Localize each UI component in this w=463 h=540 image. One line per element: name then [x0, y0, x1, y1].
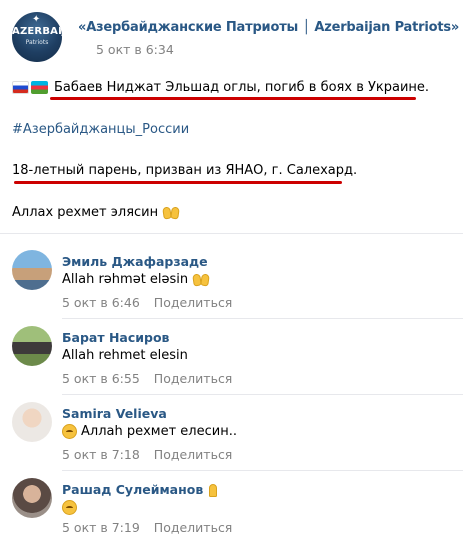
post-line-4-text: Аллах рехмет элясин — [12, 205, 159, 220]
comment-text: Allah rəhmət eləsin — [62, 272, 210, 287]
comment-text-content: Аллаh рехмет елесин.. — [81, 424, 237, 439]
avatar[interactable] — [12, 402, 52, 442]
post-line-1-text: Бабаев Ниджат Эльшад оглы, погиб в боях … — [54, 80, 430, 95]
share-link[interactable]: Поделиться — [154, 371, 233, 386]
avatar[interactable] — [12, 326, 52, 366]
share-link[interactable]: Поделиться — [154, 520, 233, 535]
divider — [0, 233, 463, 234]
divider — [62, 318, 463, 319]
share-link[interactable]: Поделиться — [154, 295, 233, 310]
group-name-link[interactable]: «Азербайджанские Патриоты │ Azerbaijan P… — [78, 20, 459, 35]
post-header: ✦ AZERBAIJAN Patriots «Азербайджанские П… — [12, 12, 459, 62]
sad-face-icon — [62, 424, 77, 439]
post-line-3: 18-летный парень, призван из ЯНАО, г. Са… — [12, 163, 357, 178]
avatar-logo-text: AZERBAIJAN — [12, 26, 62, 37]
comment-text-content: Allah rəhmət eləsin — [62, 272, 189, 287]
flag-azerbaijan-icon — [31, 81, 48, 94]
avatar[interactable] — [12, 250, 52, 290]
comment-meta: 5 окт в 7:18 Поделиться — [62, 447, 232, 462]
sad-face-icon — [62, 500, 77, 515]
comment-author: Рашад Сулейманов — [62, 482, 220, 497]
red-underline — [50, 97, 416, 100]
comment-meta: 5 окт в 6:46 Поделиться — [62, 295, 232, 310]
post-line-2: #Азербайджанцы_России — [12, 122, 189, 137]
red-underline — [14, 181, 342, 184]
comment-author[interactable]: Эмиль Джафарзаде — [62, 254, 208, 269]
comment-date[interactable]: 5 окт в 7:18 — [62, 447, 140, 462]
comment-meta: 5 окт в 7:19 Поделиться — [62, 520, 232, 535]
hashtag-link[interactable]: #Азербайджанцы_России — [12, 122, 189, 137]
flag-russia-icon — [12, 81, 29, 94]
flags — [12, 80, 50, 95]
avatar[interactable] — [12, 478, 52, 518]
raising-hands-icon — [162, 206, 180, 220]
avatar-logo-subtext: Patriots — [25, 39, 49, 46]
post-line-1: Бабаев Ниджат Эльшад оглы, погиб в боях … — [12, 80, 429, 95]
comment-text — [62, 500, 81, 515]
post-line-3-text: 18-летный парень, призван из ЯНАО, г. Са… — [12, 163, 358, 178]
comment-text-content: Allah rehmet elesin — [62, 348, 188, 363]
praying-hands-icon — [206, 484, 220, 497]
comment-text: Allah rehmet elesin — [62, 348, 188, 363]
comment-date[interactable]: 5 окт в 6:55 — [62, 371, 140, 386]
share-link[interactable]: Поделиться — [154, 447, 233, 462]
post-line-4: Аллах рехмет элясин — [12, 205, 180, 220]
divider — [62, 470, 463, 471]
comment-meta: 5 окт в 6:55 Поделиться — [62, 371, 232, 386]
comment-author[interactable]: Барат Насиров — [62, 330, 169, 345]
comment-author-name[interactable]: Рашад Сулейманов — [62, 482, 203, 497]
comment-author[interactable]: Samira Velieva — [62, 406, 167, 421]
star-icon: ✦ — [32, 14, 41, 25]
divider — [62, 394, 463, 395]
comment-date[interactable]: 5 окт в 7:19 — [62, 520, 140, 535]
comment-text: Аллаh рехмет елесин.. — [62, 424, 237, 439]
group-avatar[interactable]: ✦ AZERBAIJAN Patriots — [12, 12, 62, 62]
raising-hands-icon — [192, 273, 210, 287]
comment-date[interactable]: 5 окт в 6:46 — [62, 295, 140, 310]
post-date[interactable]: 5 окт в 6:34 — [96, 42, 174, 57]
